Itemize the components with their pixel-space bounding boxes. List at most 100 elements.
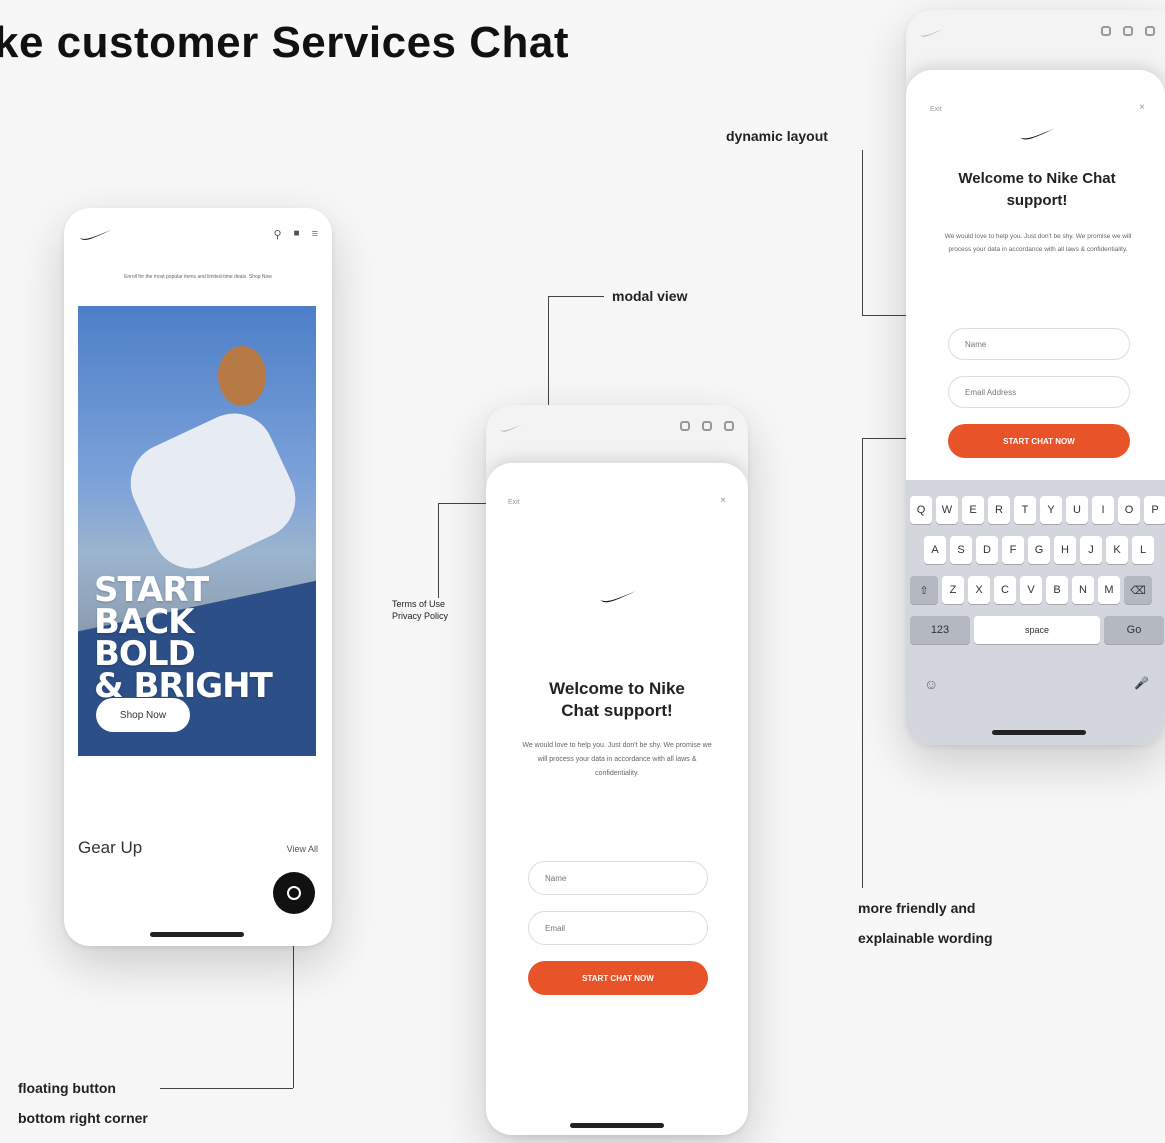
key-e[interactable]: E [962,496,984,524]
connector-line [438,503,439,598]
key-x[interactable]: X [968,576,990,604]
hero-headline: START BACK BOLD & BRIGHT [94,570,316,703]
name-field[interactable] [948,328,1130,360]
note-friendly-wording-2: explainable wording [858,930,993,946]
keyboard-row-1: QWERTYUIOP [910,496,1165,524]
name-field[interactable] [528,861,708,895]
hero-figure-hair [218,346,266,406]
bag-icon[interactable]: ■ [294,228,300,241]
microphone-icon[interactable]: 🎤 [1134,676,1149,690]
delete-key[interactable]: ⌫ [1124,576,1152,604]
home-indicator [150,932,244,937]
keyboard-row-3: ⇧ ZXCVBNM ⌫ [910,576,1152,604]
search-icon [680,421,690,431]
note-terms: Terms of Use Privacy Policy [392,599,449,621]
menu-icon [1145,26,1155,36]
key-v[interactable]: V [1020,576,1042,604]
shop-now-button[interactable]: Shop Now [96,698,190,732]
search-icon [1101,26,1111,36]
bag-icon [1123,26,1133,36]
key-f[interactable]: F [1002,536,1024,564]
nike-logo-icon [500,424,523,432]
hero-figure [117,400,309,582]
close-icon[interactable]: × [1139,102,1145,113]
key-d[interactable]: D [976,536,998,564]
promo-banner[interactable]: Enroll for the most popular items and li… [72,274,324,280]
key-i[interactable]: I [1092,496,1114,524]
keyboard-row-4: 123 space Go [910,616,1164,644]
view-all-link[interactable]: View All [287,844,318,854]
key-s[interactable]: S [950,536,972,564]
search-icon[interactable]: ⚲ [273,228,281,241]
nike-logo-icon [920,29,943,37]
key-q[interactable]: Q [910,496,932,524]
nike-logo-icon [1020,128,1055,140]
note-dynamic-layout: dynamic layout [726,128,828,144]
space-key[interactable]: space [974,616,1100,644]
key-m[interactable]: M [1098,576,1120,604]
header-icons [1101,26,1155,36]
emoji-icon[interactable]: ☺ [924,676,938,692]
bag-icon [702,421,712,431]
welcome-description: We would love to help you. Just don't be… [944,233,1132,253]
section-title: Gear Up [78,838,143,857]
home-indicator [570,1123,664,1128]
start-chat-button[interactable]: START CHAT NOW [528,961,708,995]
connector-line [862,438,910,439]
key-g[interactable]: G [1028,536,1050,564]
shift-key[interactable]: ⇧ [910,576,938,604]
key-h[interactable]: H [1054,536,1076,564]
menu-icon[interactable]: ≡ [312,228,318,241]
menu-icon [724,421,734,431]
key-c[interactable]: C [994,576,1016,604]
phone-dynamic-layout: Exit × Welcome to Nike Chat support! We … [906,10,1165,745]
welcome-heading: Welcome to Nike Chat support! [958,170,1116,209]
key-z[interactable]: Z [942,576,964,604]
key-w[interactable]: W [936,496,958,524]
numbers-key[interactable]: 123 [910,616,970,644]
key-r[interactable]: R [988,496,1010,524]
key-u[interactable]: U [1066,496,1088,524]
nike-logo-icon [80,230,111,240]
exit-button[interactable]: Exit [930,106,942,113]
keyboard-row-2: ASDFGHJKL [924,536,1154,564]
header-icons: ⚲ ■ ≡ [273,228,318,241]
chat-modal-sheet: Exit × Welcome to Nike Chat support! We … [486,463,748,1135]
connector-line [862,315,910,316]
phone-modal-view: Exit × Welcome to Nike Chat support! We … [486,405,748,1135]
key-p[interactable]: P [1144,496,1165,524]
phone-home-screen: ⚲ ■ ≡ Enroll for the most popular items … [64,208,332,946]
key-l[interactable]: L [1132,536,1154,564]
email-field[interactable] [948,376,1130,408]
go-key[interactable]: Go [1104,616,1164,644]
hero-headline-line: START BACK [94,570,209,642]
key-k[interactable]: K [1106,536,1128,564]
connector-line [862,150,863,315]
key-a[interactable]: A [924,536,946,564]
connector-line [548,296,604,297]
connector-line [862,438,863,888]
nike-logo-icon [600,590,637,603]
chat-modal-sheet: Exit × Welcome to Nike Chat support! We … [906,70,1165,480]
hero-image: START BACK BOLD & BRIGHT Shop Now [78,306,316,756]
home-indicator [992,730,1086,735]
chat-icon [287,886,301,900]
key-j[interactable]: J [1080,536,1102,564]
exit-button[interactable]: Exit [508,499,520,506]
page-title: ke customer Services Chat [0,18,570,67]
note-friendly-wording: more friendly and [858,900,976,916]
key-b[interactable]: B [1046,576,1068,604]
welcome-heading: Welcome to Nike Chat support! [549,679,685,720]
note-floating-button-2: bottom right corner [18,1110,148,1126]
key-t[interactable]: T [1014,496,1036,524]
welcome-description: We would love to help you. Just don't be… [522,742,712,777]
key-n[interactable]: N [1072,576,1094,604]
close-icon[interactable]: × [720,495,726,506]
chat-fab-button[interactable] [273,872,315,914]
header-icons [680,421,734,431]
email-field[interactable] [528,911,708,945]
key-y[interactable]: Y [1040,496,1062,524]
key-o[interactable]: O [1118,496,1140,524]
connector-line [160,1088,293,1089]
start-chat-button[interactable]: START CHAT NOW [948,424,1130,458]
